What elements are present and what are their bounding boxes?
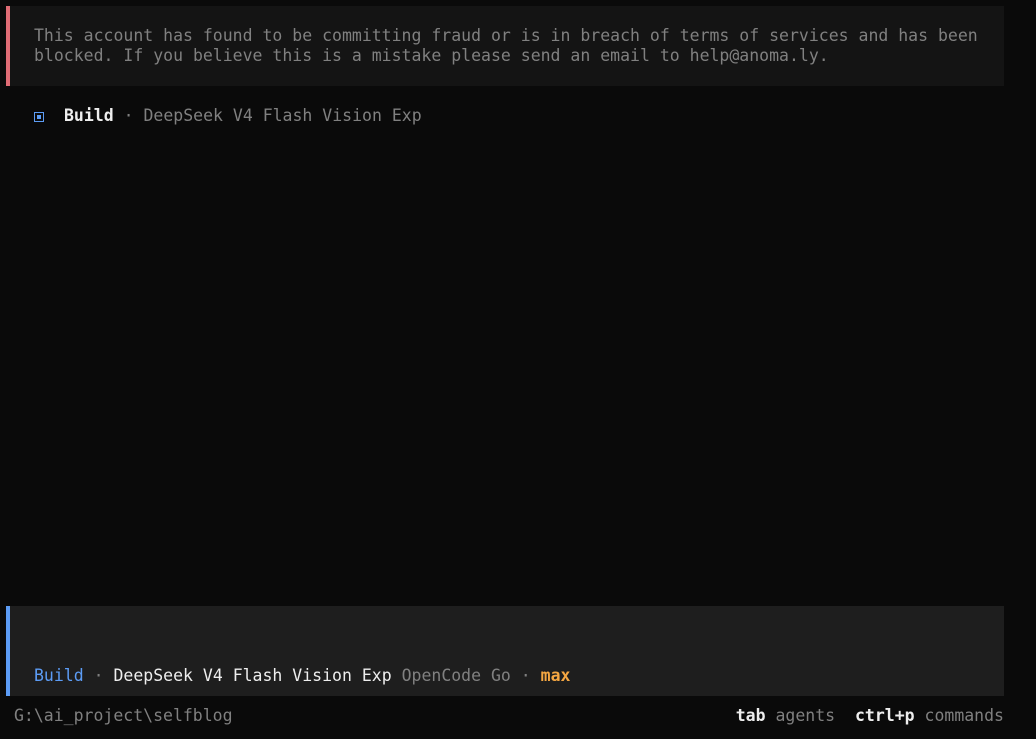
prompt-separator-2: · <box>510 666 541 685</box>
ctrl-p-key: ctrl+p <box>854 706 915 725</box>
prompt-input[interactable] <box>34 626 984 646</box>
prompt-agent[interactable]: Build <box>34 666 84 685</box>
status-agent: Build <box>64 106 114 125</box>
prompt-meta: Build · DeepSeek V4 Flash Vision Exp Ope… <box>34 666 570 686</box>
error-message-line-2: blocked. If you believe this is a mistak… <box>34 46 829 65</box>
prompt-provider: OpenCode Go <box>401 666 511 685</box>
prompt-model[interactable]: DeepSeek V4 Flash Vision Exp <box>113 666 391 685</box>
prompt-accent-bar <box>6 606 10 696</box>
tab-key: tab <box>735 706 766 725</box>
status-separator: · <box>113 106 144 125</box>
error-banner: This account has found to be committing … <box>6 6 1004 86</box>
square-icon <box>34 111 44 122</box>
keybind-hints: tab agents ctrl+p commands <box>736 706 1004 726</box>
error-accent-bar <box>6 6 10 86</box>
prompt-box[interactable]: Build · DeepSeek V4 Flash Vision Exp Ope… <box>6 606 1004 696</box>
prompt-variant[interactable]: max <box>541 666 571 685</box>
tab-hint-label: agents <box>775 706 836 725</box>
error-message: This account has found to be committing … <box>34 26 978 66</box>
error-message-line-1: This account has found to be committing … <box>34 26 978 45</box>
working-directory: G:\ai_project\selfblog <box>14 706 233 725</box>
prompt-separator: · <box>83 666 114 685</box>
session-status: Build · DeepSeek V4 Flash Vision Exp <box>34 106 422 126</box>
status-model: DeepSeek V4 Flash Vision Exp <box>143 106 422 125</box>
commands-hint-label: commands <box>924 706 1004 725</box>
